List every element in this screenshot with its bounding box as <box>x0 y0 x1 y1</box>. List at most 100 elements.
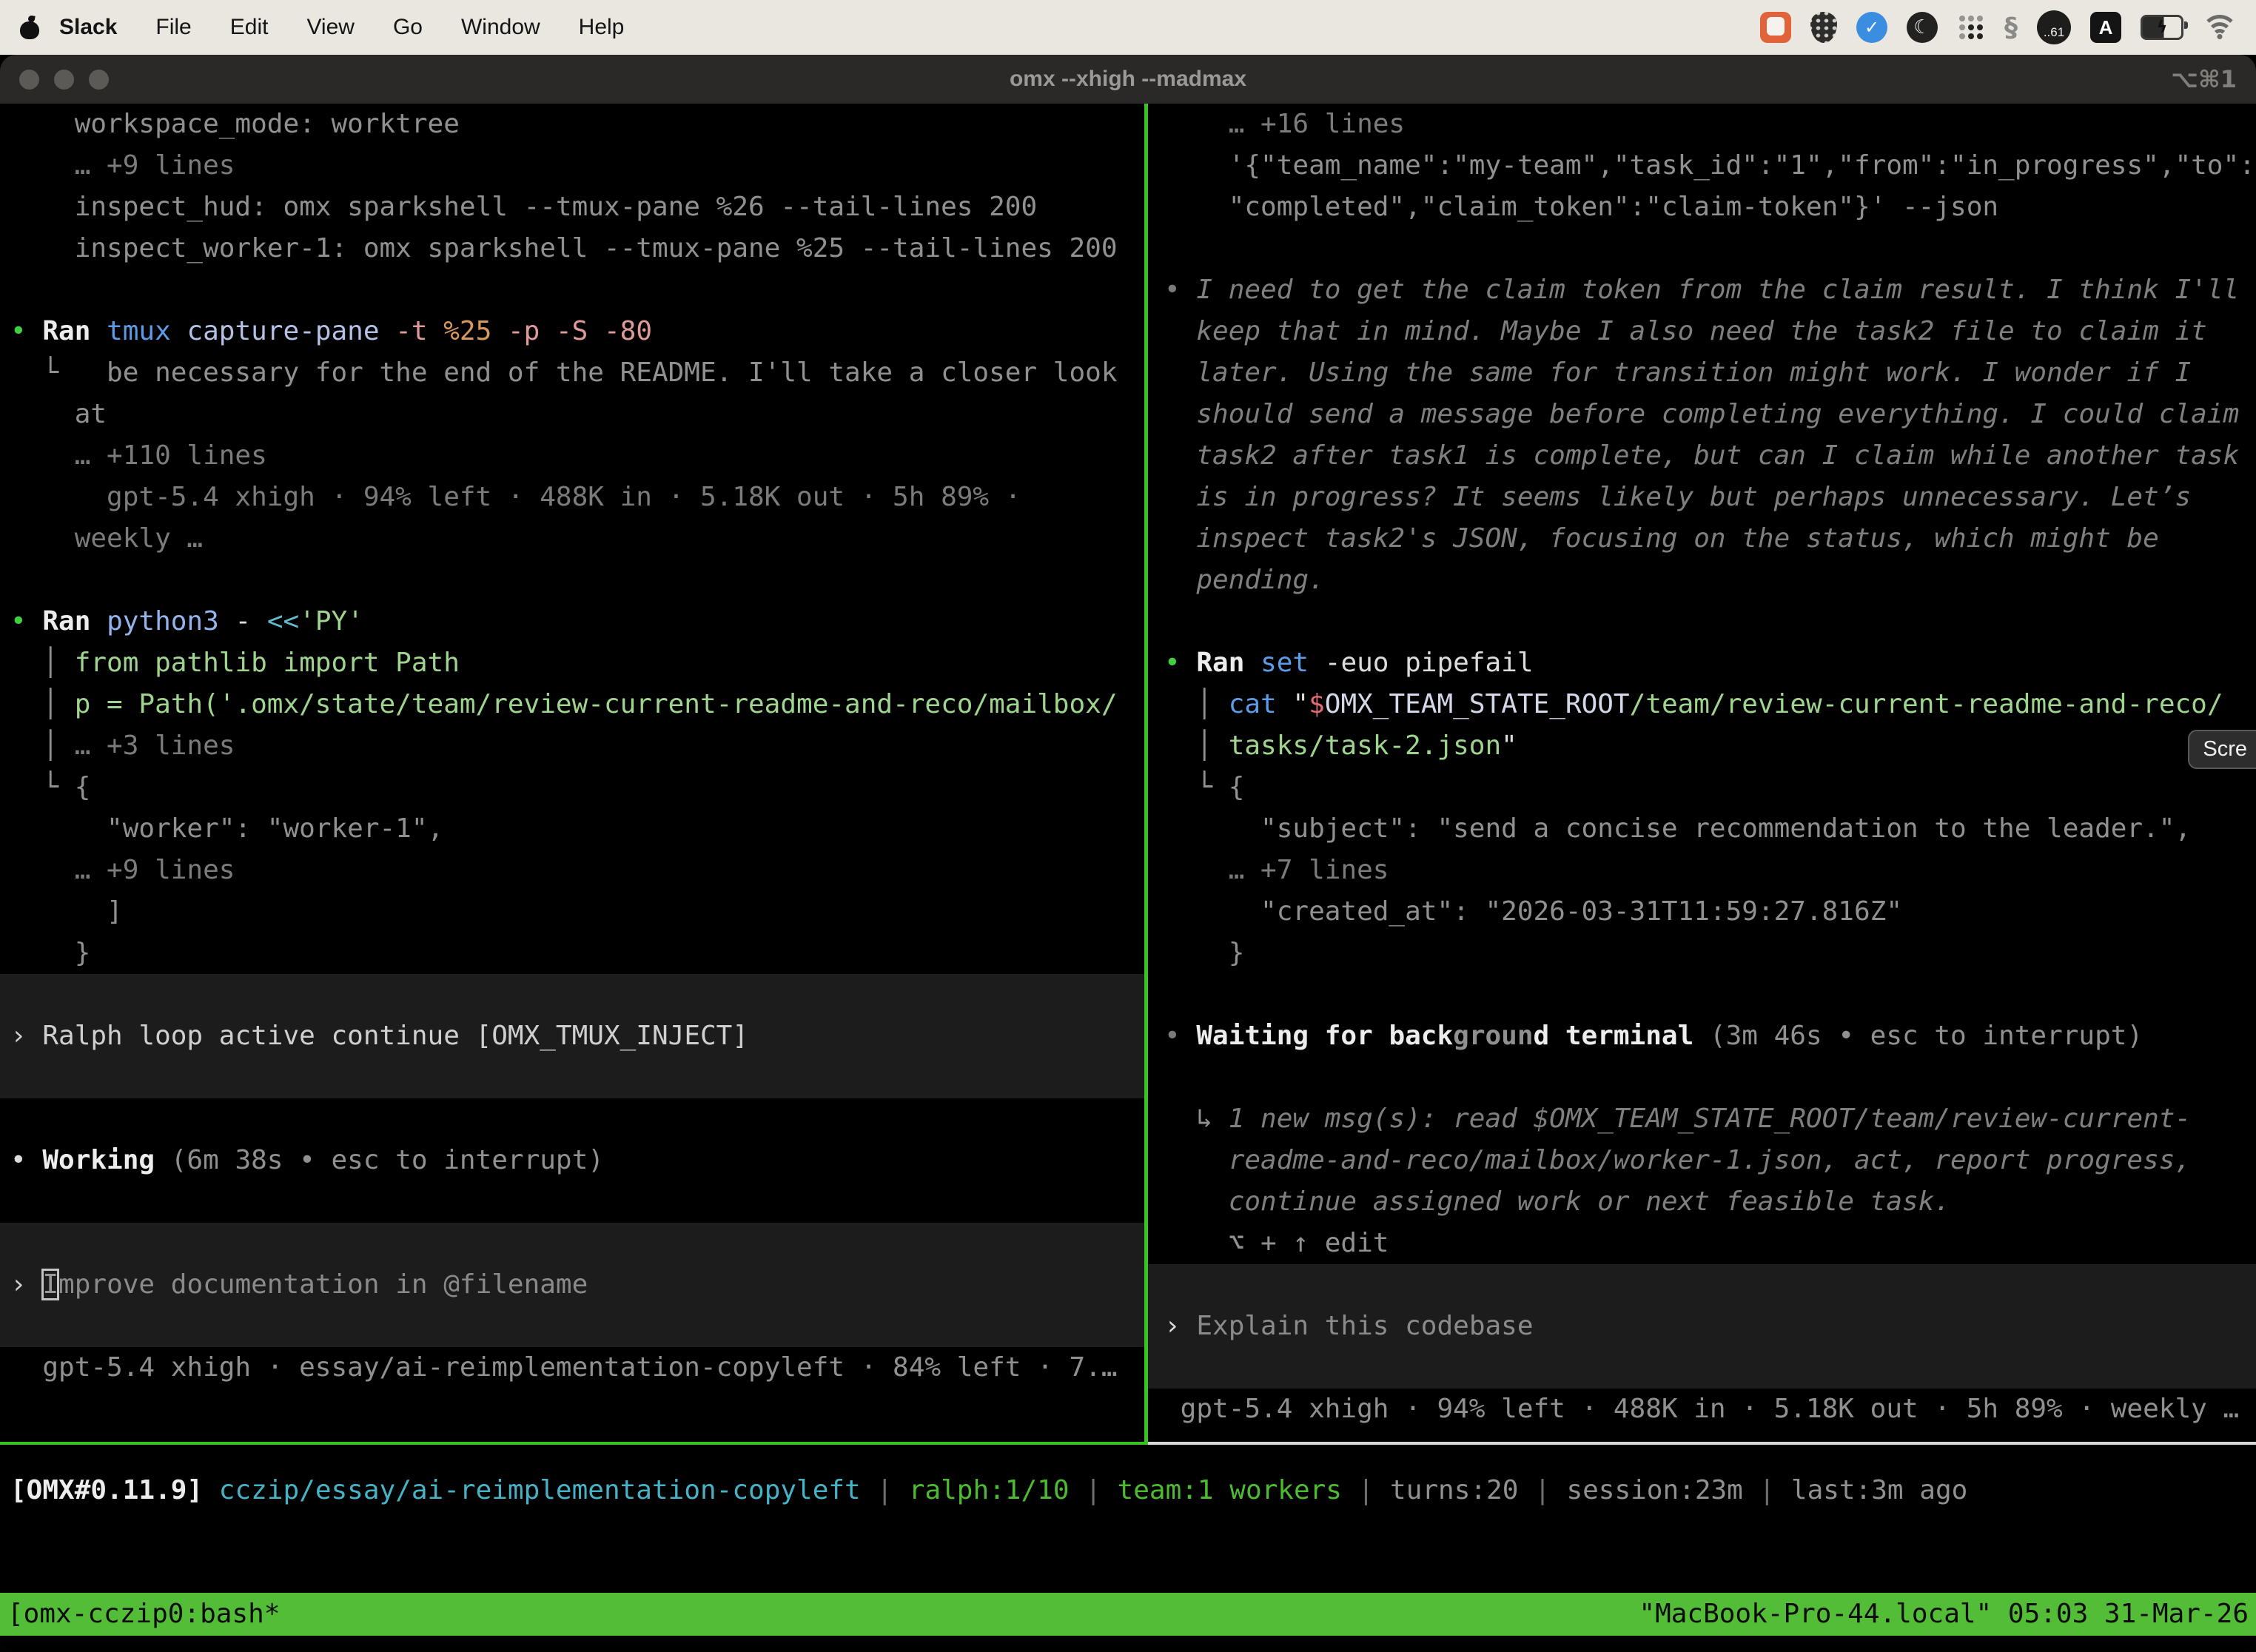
menu-status-icons: ..61 A <box>1760 10 2237 44</box>
chat-icon[interactable] <box>1760 12 1791 43</box>
window-shortcut: ⌥⌘1 <box>2171 65 2237 93</box>
tmux-host-clock: "MacBook-Pro-44.local" 05:03 31-Mar-26 <box>1639 1593 2249 1636</box>
prompt-line[interactable]: › Explain this codebase <box>1148 1306 2256 1347</box>
terminal-line: pending. <box>1148 560 2256 601</box>
terminal-line: • Ran set -euo pipefail <box>1148 642 2256 684</box>
terminal-line: … +9 lines <box>0 145 1144 187</box>
terminal-line: … +9 lines <box>0 850 1144 891</box>
terminal-line: inspect task2's JSON, focusing on the st… <box>1148 518 2256 560</box>
terminal-line: readme-and-reco/mailbox/worker-1.json, a… <box>1148 1140 2256 1181</box>
terminal-window: omx --xhigh --madmax ⌥⌘1 workspace_mode:… <box>0 55 2256 1652</box>
terminal-line: at <box>0 394 1144 435</box>
prompt-line[interactable]: › Improve documentation in @filename <box>0 1264 1144 1306</box>
menu-item-file[interactable]: File <box>155 15 191 40</box>
window-title: omx --xhigh --madmax <box>0 67 2256 92</box>
terminal-line <box>0 269 1144 311</box>
terminal-pane-left[interactable]: workspace_mode: worktree … +9 lines insp… <box>0 104 1144 1442</box>
input-source-icon[interactable]: A <box>2090 12 2121 43</box>
terminal-line: } <box>1148 933 2256 974</box>
prompt-line[interactable] <box>0 1057 1144 1098</box>
terminal-line: later. Using the same for transition mig… <box>1148 352 2256 394</box>
terminal-line: gpt-5.4 xhigh · 94% left · 488K in · 5.1… <box>1148 1389 2256 1430</box>
screen: Slack File Edit View Go Window Help ..61… <box>0 0 2256 1652</box>
terminal-line: is in progress? It seems likely but perh… <box>1148 477 2256 518</box>
terminal-line: "worker": "worker-1", <box>0 808 1144 850</box>
terminal-line <box>0 1181 1144 1223</box>
terminal-line: • Working (6m 38s • esc to interrupt) <box>0 1140 1144 1181</box>
terminal-line: inspect_worker-1: omx sparkshell --tmux-… <box>0 228 1144 269</box>
terminal-line: • Ran python3 - <<'PY' <box>0 601 1144 642</box>
terminal-line: │ p = Path('.omx/state/team/review-curre… <box>0 684 1144 725</box>
menu-bar: Slack File Edit View Go Window Help ..61… <box>0 0 2256 55</box>
prompt-line[interactable] <box>0 1223 1144 1264</box>
tmux-status-bar: [omx-cczip0:bash* "MacBook-Pro-44.local"… <box>0 1593 2256 1636</box>
prompt-line[interactable] <box>0 1306 1144 1347</box>
terminal-line <box>0 560 1144 601</box>
terminal-line: ⌥ + ↑ edit <box>1148 1223 2256 1264</box>
omx-status-line: [OMX#0.11.9] cczip/essay/ai-reimplementa… <box>0 1470 2256 1511</box>
battery-badge-icon[interactable]: ..61 <box>2037 10 2071 44</box>
terminal-line: • Ran tmux capture-pane -t %25 -p -S -80 <box>0 311 1144 352</box>
terminal-line: gpt-5.4 xhigh · 94% left · 488K in · 5.1… <box>0 477 1144 518</box>
terminal-line <box>0 1098 1144 1140</box>
zoom-button[interactable] <box>89 70 109 90</box>
terminal-line <box>1148 974 2256 1015</box>
pane-separator-left <box>0 1442 1148 1445</box>
prompt-line[interactable] <box>1148 1264 2256 1306</box>
wifi-icon[interactable] <box>2203 15 2237 40</box>
terminal-line: } <box>0 933 1144 974</box>
terminal-line: … +110 lines <box>0 435 1144 477</box>
moon-icon[interactable] <box>1907 12 1938 43</box>
tmux-session-label: [omx-cczip0:bash* <box>7 1593 280 1636</box>
menu-item-slack[interactable]: Slack <box>59 15 117 40</box>
apple-menu-icon[interactable] <box>19 16 40 39</box>
terminal-line: … +7 lines <box>1148 850 2256 891</box>
prompt-band[interactable]: › Ralph loop active continue [OMX_TMUX_I… <box>0 974 1144 1098</box>
terminal-line: "subject": "send a concise recommendatio… <box>1148 808 2256 850</box>
close-button[interactable] <box>19 70 39 90</box>
terminal-line: └ be necessary for the end of the README… <box>0 352 1144 394</box>
menu-items: Slack File Edit View Go Window Help <box>59 15 624 40</box>
menu-item-view[interactable]: View <box>306 15 354 40</box>
menu-item-go[interactable]: Go <box>393 15 423 40</box>
menu-item-help[interactable]: Help <box>579 15 625 40</box>
terminal-line: gpt-5.4 xhigh · essay/ai-reimplementatio… <box>0 1347 1144 1389</box>
terminal-line: ] <box>0 891 1144 933</box>
shield-icon[interactable] <box>1810 12 1837 43</box>
prompt-line[interactable]: › Ralph loop active continue [OMX_TMUX_I… <box>0 1015 1144 1057</box>
minimize-button[interactable] <box>54 70 74 90</box>
terminal-line <box>1148 601 2256 642</box>
terminal-line: │ tasks/task-2.json" <box>1148 725 2256 767</box>
menu-item-edit[interactable]: Edit <box>230 15 269 40</box>
prompt-band[interactable]: › Explain this codebase <box>1148 1264 2256 1389</box>
terminal-pane-right[interactable]: … +16 lines '{"team_name":"my-team","tas… <box>1148 104 2256 1442</box>
terminal-line: • I need to get the claim token from the… <box>1148 269 2256 311</box>
prompt-line[interactable] <box>0 974 1144 1015</box>
terminal-line: └ { <box>1148 767 2256 808</box>
terminal-line: "completed","claim_token":"claim-token"}… <box>1148 187 2256 228</box>
terminal-line: should send a message before completing … <box>1148 394 2256 435</box>
traffic-lights <box>19 70 109 90</box>
pane-separator-right <box>1148 1442 2256 1445</box>
terminal-line: inspect_hud: omx sparkshell --tmux-pane … <box>0 187 1144 228</box>
terminal-line: │ cat "$OMX_TEAM_STATE_ROOT/team/review-… <box>1148 684 2256 725</box>
prompt-line[interactable] <box>1148 1347 2256 1389</box>
terminal-line <box>1148 1057 2256 1098</box>
terminal-line: • Waiting for background terminal (3m 46… <box>1148 1015 2256 1057</box>
check-badge-icon[interactable] <box>1856 12 1887 43</box>
title-bar[interactable]: omx --xhigh --madmax ⌥⌘1 <box>0 55 2256 104</box>
terminal-line: task2 after task1 is complete, but can I… <box>1148 435 2256 477</box>
terminal-line: │ … +3 lines <box>0 725 1144 767</box>
dot-grid-icon[interactable] <box>1957 13 1985 41</box>
menu-item-window[interactable]: Window <box>461 15 540 40</box>
terminal-line: weekly … <box>0 518 1144 560</box>
section-icon[interactable] <box>2004 13 2018 43</box>
terminal-line: … +16 lines <box>1148 104 2256 145</box>
terminal-line: continue assigned work or next feasible … <box>1148 1181 2256 1223</box>
prompt-band[interactable]: › Improve documentation in @filename <box>0 1223 1144 1347</box>
terminal-line: ↳ 1 new msg(s): read $OMX_TEAM_STATE_ROO… <box>1148 1098 2256 1140</box>
terminal-line: "created_at": "2026-03-31T11:59:27.816Z" <box>1148 891 2256 933</box>
battery-icon[interactable] <box>2141 15 2183 40</box>
terminal-line: [OMX#0.11.9] cczip/essay/ai-reimplementa… <box>0 1470 2256 1511</box>
terminal-line: workspace_mode: worktree <box>0 104 1144 145</box>
